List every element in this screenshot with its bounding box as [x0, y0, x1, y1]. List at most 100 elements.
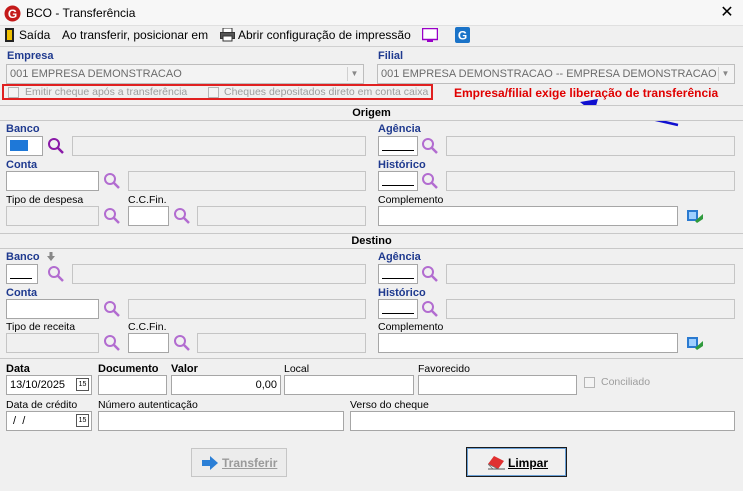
favorecido-field[interactable]	[418, 375, 577, 395]
destino-historico-field[interactable]	[378, 299, 418, 319]
limpar-button[interactable]: Limpar	[466, 447, 567, 477]
origem-complemento-label: Complemento	[378, 194, 444, 206]
search-icon[interactable]	[173, 207, 191, 225]
search-icon[interactable]	[103, 300, 121, 318]
destino-agencia-field[interactable]	[378, 264, 418, 284]
origem-ccfin-label: C.C.Fin.	[128, 194, 167, 206]
documento-field[interactable]	[98, 375, 167, 395]
local-label: Local	[284, 363, 310, 375]
divider	[0, 358, 743, 359]
search-icon[interactable]	[421, 137, 439, 155]
destino-ccfin-label: C.C.Fin.	[128, 321, 167, 333]
destino-banco-name-field	[72, 264, 366, 284]
destino-conta-field[interactable]	[6, 299, 99, 319]
chevron-down-icon: ▼	[718, 67, 732, 81]
calendar-icon[interactable]: 15	[76, 414, 89, 427]
exit-label: Saída	[19, 28, 51, 42]
origem-agencia-field[interactable]	[378, 136, 418, 156]
destino-banco-label: Banco	[6, 251, 40, 263]
data-value: 13/10/2025	[10, 379, 66, 391]
close-icon[interactable]: ✕	[717, 2, 737, 22]
local-field[interactable]	[284, 375, 414, 395]
app-shortcut-icon[interactable]: G	[455, 27, 470, 43]
origem-agencia-name-field	[446, 136, 735, 156]
filial-value: 001 EMPRESA DEMONSTRACAO -- EMPRESA DEMO…	[381, 68, 717, 80]
transferir-label: Transferir	[222, 456, 278, 470]
print-config-button[interactable]: Abrir configuração de impressão	[220, 27, 415, 43]
download-arrow-icon	[47, 252, 55, 261]
data-credito-value: / /	[10, 415, 26, 427]
filial-label: Filial	[378, 50, 404, 62]
origem-banco-label: Banco	[6, 123, 40, 135]
data-field[interactable]: 13/10/2025 15	[6, 375, 92, 395]
verso-field[interactable]	[350, 411, 735, 431]
window-title: BCO - Transferência	[26, 6, 136, 20]
verso-label: Verso do cheque	[350, 399, 429, 411]
valor-field[interactable]: 0,00	[171, 375, 281, 395]
empresa-label: Empresa	[7, 50, 54, 62]
origem-complemento-field[interactable]	[378, 206, 678, 226]
origem-banco-field[interactable]	[6, 136, 43, 156]
arrow-right-icon	[202, 456, 218, 470]
data-label: Data	[6, 363, 30, 375]
exit-icon	[5, 28, 14, 42]
chevron-down-icon: ▼	[347, 67, 361, 81]
favorecido-label: Favorecido	[418, 363, 470, 375]
destino-section-header: Destino	[0, 233, 743, 249]
search-icon[interactable]	[421, 300, 439, 318]
emit-cheque-label: Emitir cheque após a transferência	[25, 86, 188, 98]
search-icon[interactable]	[47, 265, 65, 283]
origem-historico-field[interactable]	[378, 171, 418, 191]
divider	[0, 46, 743, 47]
exit-button[interactable]: Saída	[4, 28, 54, 44]
search-icon[interactable]	[47, 137, 65, 155]
transfer-position-menu[interactable]: Ao transferir, posicionar em	[62, 28, 208, 42]
transferir-button[interactable]: Transferir	[191, 448, 287, 477]
autenticacao-field[interactable]	[98, 411, 344, 431]
search-icon[interactable]	[103, 207, 121, 225]
search-icon[interactable]	[173, 334, 191, 352]
destino-banco-field[interactable]	[6, 264, 38, 284]
printer-icon	[220, 28, 235, 42]
destino-complemento-label: Complemento	[378, 321, 444, 333]
origem-conta-field[interactable]	[6, 171, 99, 191]
destino-conta-name-field	[128, 299, 366, 319]
search-icon[interactable]	[421, 172, 439, 190]
valor-label: Valor	[171, 363, 198, 375]
monitor-icon[interactable]	[422, 28, 438, 43]
limpar-label: Limpar	[508, 456, 549, 470]
deposit-cheque-label: Cheques depositados direto em conta caix…	[224, 86, 429, 98]
destino-complemento-field[interactable]	[378, 333, 678, 353]
app-logo-icon: G	[4, 5, 21, 22]
note-edit-icon[interactable]	[686, 207, 704, 224]
data-credito-label: Data de crédito	[6, 399, 78, 411]
origem-agencia-label: Agência	[378, 123, 421, 135]
empresa-select[interactable]: 001 EMPRESA DEMONSTRACAO ▼	[6, 64, 364, 84]
origem-conta-label: Conta	[6, 159, 38, 171]
origem-tipo-field	[6, 206, 99, 226]
destino-ccfin-field[interactable]	[128, 333, 169, 353]
checkbox	[208, 87, 219, 98]
autenticacao-label: Número autenticação	[98, 399, 198, 411]
origem-ccfin-field[interactable]	[128, 206, 169, 226]
conciliado-label: Conciliado	[601, 376, 651, 388]
destino-agencia-label: Agência	[378, 251, 421, 263]
svg-text:G: G	[458, 29, 467, 43]
destino-tipo-field	[6, 333, 99, 353]
documento-label: Documento	[98, 363, 159, 375]
filial-select[interactable]: 001 EMPRESA DEMONSTRACAO -- EMPRESA DEMO…	[377, 64, 735, 84]
search-icon[interactable]	[103, 334, 121, 352]
destino-agencia-name-field	[446, 264, 735, 284]
search-icon[interactable]	[103, 172, 121, 190]
destino-historico-name-field	[446, 299, 735, 319]
note-edit-icon[interactable]	[686, 334, 704, 351]
data-credito-field[interactable]: / / 15	[6, 411, 92, 431]
destino-ccfin-name-field	[197, 333, 366, 353]
origem-historico-name-field	[446, 171, 735, 191]
destino-historico-label: Histórico	[378, 287, 426, 299]
eraser-icon	[488, 456, 505, 470]
calendar-icon[interactable]: 15	[76, 378, 89, 391]
search-icon[interactable]	[421, 265, 439, 283]
checkbox	[584, 377, 595, 388]
origem-historico-label: Histórico	[378, 159, 426, 171]
